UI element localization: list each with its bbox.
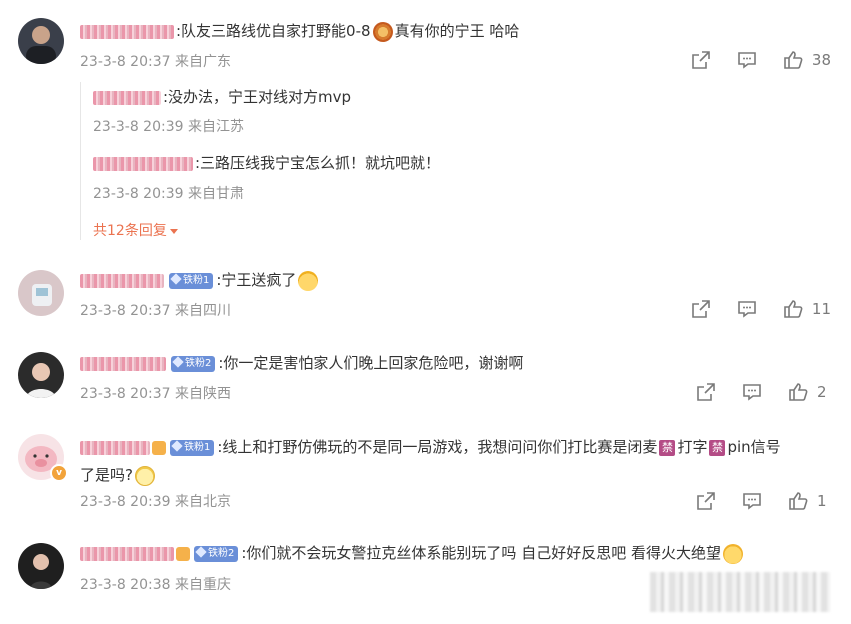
reply-thread: :没办法，宁王对线对方mvp 23-3-8 20:39 来自江苏 :三路压线我宁… [80,82,481,240]
username[interactable] [80,440,150,455]
comment-text-mid: 打字 [677,438,708,456]
comment-icon[interactable] [741,490,763,512]
like-count: 2 [817,383,827,401]
comment-text-line: 铁粉2 :你一定是害怕家人们晚上回家危险吧，谢谢啊 [80,352,523,374]
comment-text: :宁王送疯了 [216,271,297,289]
username[interactable] [80,546,174,561]
reply-meta: 23-3-8 20:39 来自江苏 [93,116,244,136]
crown-icon [176,546,190,561]
comment-icon[interactable] [741,381,763,403]
laughing-emoji-icon [298,270,319,291]
comment-time: 23-3-8 20:37 [80,303,171,319]
fan-badge-label: 铁粉2 [208,547,235,559]
avatar[interactable] [18,18,64,64]
comment-location: 来自陕西 [174,386,231,402]
comment-location: 来自广东 [174,54,231,70]
comment-text-line: :队友三路线优自家打野能0-8 真有你的宁王 哈哈 [80,20,519,42]
thumbs-up-icon[interactable] [787,490,809,512]
comment-actions: 11 [666,298,831,320]
comment-text-after: pin信号 [727,438,781,456]
comment-text-line: 铁粉1:线上和打野仿佛玩的不是同一局游戏，我想问问你们打比赛是闭麦禁打字禁 pin… [80,433,820,489]
reply-text-line: :三路压线我宁宝怎么抓！就坑吧就！ [93,152,440,174]
fan-badge: 铁粉2 [194,545,239,562]
username[interactable] [80,24,174,39]
blurred-watermark [650,572,830,612]
comment-location: 来自四川 [174,303,231,319]
fan-badge-label: 铁粉1 [184,441,211,453]
fan-badge: 铁粉1 [169,272,214,289]
username[interactable] [93,156,193,171]
ban-icon: 禁 [709,439,726,456]
chevron-down-icon [169,228,178,234]
like-count: 38 [811,51,831,69]
comment-text: :队友三路线优自家打野能0-8 [176,22,371,40]
comment-location: 来自重庆 [174,577,231,593]
comment-meta: 23-3-8 20:37 来自陕西 [80,383,231,403]
username[interactable] [80,356,166,371]
like-count: 11 [811,300,831,318]
reply-text-line: :没办法，宁王对线对方mvp [93,86,351,108]
diamond-icon [170,272,182,285]
fan-badge-label: 铁粉1 [183,274,210,286]
username[interactable] [93,90,161,105]
reply-location: 来自甘肃 [187,186,244,202]
diamond-icon [195,545,207,558]
comment-meta: 23-3-8 20:37 来自四川 [80,300,231,320]
diamond-icon [172,355,184,368]
comment-time: 23-3-8 20:37 [80,386,171,402]
fan-badge-label: 铁粉2 [185,357,212,369]
reply-time: 23-3-8 20:39 [93,119,184,135]
comment-text: :你们就不会玩女警拉克丝体系能别玩了吗 自己好好反思吧 看得火大绝望 [241,544,721,562]
comment-text-tail: 真有你的宁王 哈哈 [394,22,520,40]
smile-emoji-icon [134,465,155,486]
comment-time: 23-3-8 20:37 [80,54,171,70]
comment-actions: 2 [671,381,831,403]
comment-text-line: 铁粉1 :宁王送疯了 [80,269,320,291]
comment-text-line: 铁粉2 :你们就不会玩女警拉克丝体系能别玩了吗 自己好好反思吧 看得火大绝望 [80,542,745,564]
pie-emoji-icon [372,21,393,42]
reply-text: :没办法，宁王对线对方mvp [163,88,352,106]
fan-badge: 铁粉1 [170,439,215,456]
ban-icon: 禁 [659,439,676,456]
comment-meta: 23-3-8 20:38 来自重庆 [80,574,231,594]
reply-location: 来自江苏 [187,119,244,135]
comment-text: :你一定是害怕家人们晚上回家危险吧，谢谢啊 [218,354,524,372]
avatar[interactable] [18,352,64,398]
comment-meta: 23-3-8 20:37 来自广东 [80,51,231,71]
avatar[interactable] [18,543,64,589]
thumbs-up-icon[interactable] [782,298,804,320]
comment-text-line2: 了是吗? [80,466,133,484]
comment-location: 来自北京 [174,494,231,510]
avatar[interactable] [18,270,64,316]
like-count: 1 [817,492,827,510]
reply-text: :三路压线我宁宝怎么抓！就坑吧就！ [195,154,441,172]
comment-actions: 38 [666,49,831,71]
thumbs-up-icon[interactable] [787,381,809,403]
share-icon[interactable] [695,381,717,403]
comment-icon[interactable] [736,49,758,71]
more-replies-label: 共12条回复 [93,223,167,239]
crying-emoji-icon [722,543,743,564]
comment-meta: 23-3-8 20:39 来自北京 [80,491,231,511]
username[interactable] [80,273,164,288]
comment-time: 23-3-8 20:39 [80,494,171,510]
share-icon[interactable] [690,298,712,320]
share-icon[interactable] [695,490,717,512]
verified-badge-icon: v [50,464,68,482]
share-icon[interactable] [690,49,712,71]
comment-text: :线上和打野仿佛玩的不是同一局游戏，我想问问你们打比赛是闭麦 [217,438,658,456]
reply-meta: 23-3-8 20:39 来自甘肃 [93,183,244,203]
fan-badge: 铁粉2 [171,355,216,372]
comment-icon[interactable] [736,298,758,320]
thumbs-up-icon[interactable] [782,49,804,71]
reply-time: 23-3-8 20:39 [93,186,184,202]
comment-time: 23-3-8 20:38 [80,577,171,593]
more-replies-link[interactable]: 共12条回复 [93,220,178,240]
crown-icon [152,440,166,455]
comment-actions: 1 [671,490,831,512]
diamond-icon [171,439,183,452]
